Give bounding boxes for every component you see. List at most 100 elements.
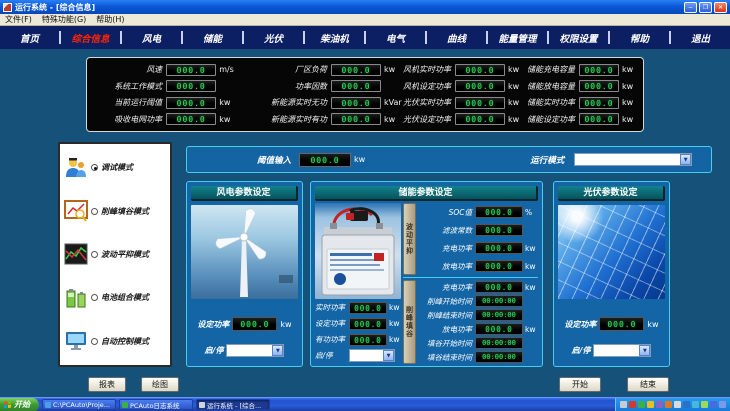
- pv-panel-title: 光伏参数设定: [558, 186, 665, 201]
- mode-auto-control[interactable]: 自动控制模式: [64, 330, 166, 352]
- pcauto-log-icon: [122, 402, 128, 408]
- minimize-button-icon[interactable]: [684, 2, 697, 13]
- tray-icon[interactable]: [683, 401, 690, 408]
- reading-unit: kw: [381, 115, 403, 124]
- tray-icon[interactable]: [638, 401, 645, 408]
- peak-start-time-input[interactable]: 00:00:00: [475, 295, 523, 307]
- battery-image: [315, 203, 401, 299]
- valley-start-time-input[interactable]: 00:00:00: [475, 337, 523, 349]
- reading-label: 储能设定功率: [527, 114, 579, 125]
- charge-power-input[interactable]: 000.0: [475, 281, 523, 293]
- pv-switch-label: 启/停: [572, 345, 591, 356]
- taskbar-task[interactable]: C:\PCAuto\Proje...: [42, 399, 116, 410]
- reading-label: 风机实时功率: [403, 64, 455, 75]
- storage-switch-select[interactable]: [349, 349, 395, 362]
- nav-diesel[interactable]: 柴油机: [305, 31, 364, 45]
- filter-const-input[interactable]: 000.0: [475, 224, 523, 236]
- window-title: 运行系统 - [综合信息]: [15, 2, 684, 13]
- tray-language-icon[interactable]: [710, 401, 717, 408]
- mode-debug[interactable]: 调试模式: [64, 157, 166, 179]
- menu-special[interactable]: 特殊功能(G): [42, 14, 86, 25]
- charge-power-label: 充电功率: [418, 243, 475, 254]
- threshold-input-label: 阈值输入: [257, 154, 291, 166]
- start-button[interactable]: 开始: [559, 377, 601, 392]
- nav-exit[interactable]: 退出: [671, 31, 730, 45]
- desktop: 运行系统 - [综合信息] 文件(F) 特殊功能(G) 帮助(H) 首页 综合信…: [0, 0, 730, 411]
- valley-end-time-input[interactable]: 00:00:00: [475, 351, 523, 363]
- reading-unit: kw: [381, 65, 403, 74]
- tray-icon[interactable]: [629, 401, 636, 408]
- reading-display: 000.0: [579, 113, 619, 125]
- mode-label: 调试模式: [101, 162, 133, 173]
- mode-peak-shaving[interactable]: 削峰填谷模式: [64, 200, 166, 222]
- nav-help[interactable]: 帮助: [610, 31, 669, 45]
- windows-flag-icon: [4, 400, 12, 409]
- radio[interactable]: [91, 251, 98, 258]
- tray-icon[interactable]: [692, 401, 699, 408]
- reading-unit: kw: [505, 82, 527, 91]
- taskbar-task[interactable]: PCAuto日志系统: [119, 399, 193, 410]
- nav-wind[interactable]: 风电: [122, 31, 181, 45]
- reading-label: 风速: [93, 64, 166, 75]
- pv-set-power-unit: kw: [647, 320, 658, 329]
- mode-battery-combo[interactable]: 电池组合模式: [64, 287, 166, 309]
- mode-fluctuation-smoothing[interactable]: 波动平抑模式: [64, 243, 166, 265]
- reading-display: 000.0: [455, 97, 505, 109]
- tray-icon[interactable]: [656, 401, 663, 408]
- discharge-power-input[interactable]: 000.0: [475, 323, 523, 335]
- pv-set-power-label: 设定功率: [564, 319, 596, 330]
- pv-switch-select[interactable]: [593, 344, 651, 357]
- tray-icon[interactable]: [719, 401, 726, 408]
- nav-curve[interactable]: 曲线: [427, 31, 486, 45]
- chevron-down-icon[interactable]: [383, 350, 394, 361]
- nav-storage[interactable]: 储能: [183, 31, 242, 45]
- report-button[interactable]: 报表: [88, 377, 126, 392]
- menu-help[interactable]: 帮助(H): [96, 14, 124, 25]
- mode-sidebar: 调试模式 削峰填谷模式 波动平抑模式 电池组合模式 自动控制模式: [58, 142, 172, 367]
- run-mode-select[interactable]: [574, 153, 692, 166]
- radio[interactable]: [91, 294, 98, 301]
- nav-home[interactable]: 首页: [0, 31, 59, 45]
- start-menu-button[interactable]: 开始: [0, 398, 39, 411]
- radio[interactable]: [91, 208, 98, 215]
- pv-set-power-input[interactable]: 000.0: [599, 317, 644, 331]
- restore-button-icon[interactable]: [699, 2, 712, 13]
- taskbar-task-active[interactable]: 运行系统 - [综合...: [196, 399, 270, 410]
- charge-power-label: 充电功率: [418, 282, 475, 293]
- wind-switch-select[interactable]: [226, 344, 284, 357]
- nav-electric[interactable]: 电气: [366, 31, 425, 45]
- menu-file[interactable]: 文件(F): [5, 14, 32, 25]
- radio-selected[interactable]: [91, 164, 98, 171]
- nav-pv[interactable]: 光伏: [244, 31, 303, 45]
- unit-label: kw: [387, 303, 399, 312]
- discharge-power-input[interactable]: 000.0: [475, 260, 523, 272]
- wind-set-power-input[interactable]: 000.0: [232, 317, 277, 331]
- nav-energy-mgmt[interactable]: 能量管理: [488, 31, 547, 45]
- close-button-icon[interactable]: [714, 2, 727, 13]
- reading-label: 新能源实时无功: [238, 97, 331, 108]
- tray-icon[interactable]: [674, 401, 681, 408]
- mode-label: 电池组合模式: [101, 292, 149, 303]
- discharge-power-label: 放电功率: [418, 324, 475, 335]
- threshold-input[interactable]: 000.0: [299, 153, 351, 167]
- tray-icon[interactable]: [665, 401, 672, 408]
- radio[interactable]: [91, 338, 98, 345]
- reading-unit: kw: [505, 115, 527, 124]
- reading-label: 储能放电容量: [527, 81, 579, 92]
- start-menu-label: 开始: [14, 399, 30, 410]
- nav-overview[interactable]: 综合信息: [61, 31, 120, 45]
- draw-button[interactable]: 绘图: [141, 377, 179, 392]
- wind-panel-title: 风电参数设定: [191, 186, 298, 201]
- charge-power-input[interactable]: 000.0: [475, 242, 523, 254]
- tray-icon[interactable]: [620, 401, 627, 408]
- chevron-down-icon[interactable]: [639, 345, 650, 356]
- chevron-down-icon[interactable]: [680, 154, 691, 165]
- tray-icon[interactable]: [701, 401, 708, 408]
- storage-set-power-input[interactable]: 000.0: [349, 318, 387, 330]
- unit-label: kw: [387, 335, 399, 344]
- tray-icon[interactable]: [647, 401, 654, 408]
- end-button[interactable]: 结束: [627, 377, 669, 392]
- chevron-down-icon[interactable]: [272, 345, 283, 356]
- nav-permissions[interactable]: 权限设置: [549, 31, 608, 45]
- peak-end-time-input[interactable]: 00:00:00: [475, 309, 523, 321]
